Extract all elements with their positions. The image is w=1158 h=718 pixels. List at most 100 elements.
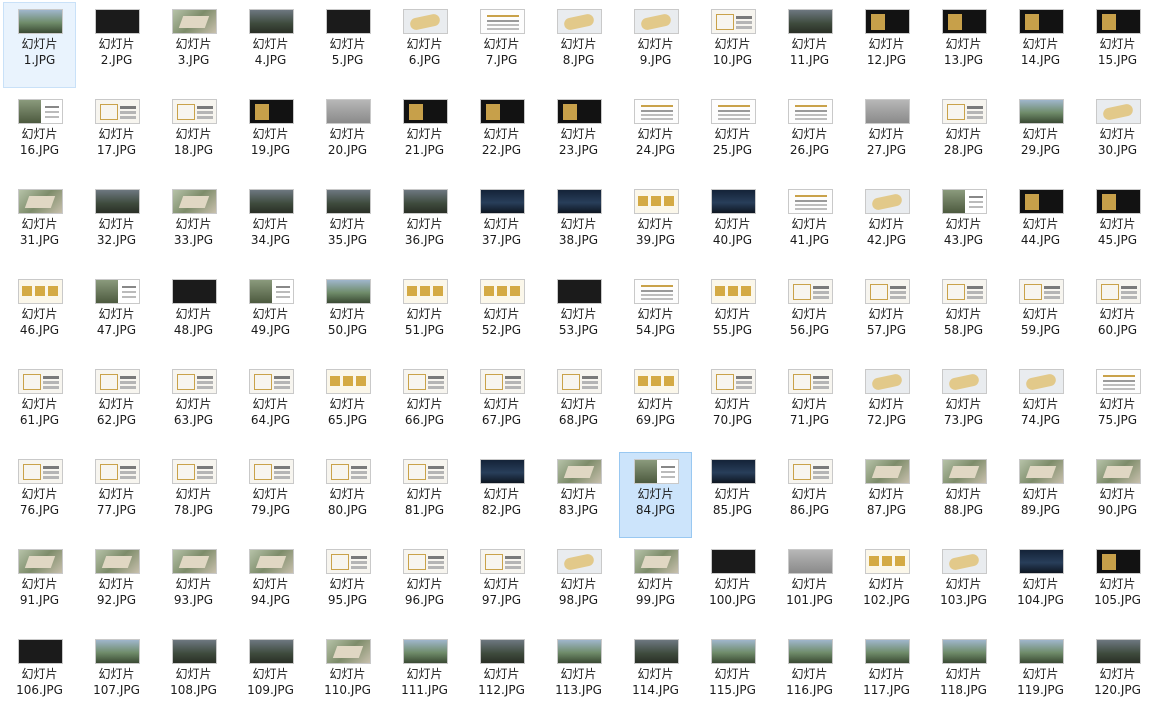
file-item[interactable]: 幻灯片 102.JPG — [850, 542, 923, 628]
file-item[interactable]: 幻灯片 81.JPG — [388, 452, 461, 538]
file-item[interactable]: 幻灯片 17.JPG — [80, 92, 153, 178]
file-item[interactable]: 幻灯片 24.JPG — [619, 92, 692, 178]
file-item[interactable]: 幻灯片 49.JPG — [234, 272, 307, 358]
file-item[interactable]: 幻灯片 57.JPG — [850, 272, 923, 358]
file-item[interactable]: 幻灯片 48.JPG — [157, 272, 230, 358]
file-item[interactable]: 幻灯片 96.JPG — [388, 542, 461, 628]
file-item[interactable]: 幻灯片 110.JPG — [311, 632, 384, 718]
file-item[interactable]: 幻灯片 99.JPG — [619, 542, 692, 628]
file-item[interactable]: 幻灯片 119.JPG — [1004, 632, 1077, 718]
file-item[interactable]: 幻灯片 103.JPG — [927, 542, 1000, 628]
file-item[interactable]: 幻灯片 66.JPG — [388, 362, 461, 448]
file-item[interactable]: 幻灯片 20.JPG — [311, 92, 384, 178]
file-item[interactable]: 幻灯片 86.JPG — [773, 452, 846, 538]
file-item[interactable]: 幻灯片 38.JPG — [542, 182, 615, 268]
file-item[interactable]: 幻灯片 53.JPG — [542, 272, 615, 358]
file-item[interactable]: 幻灯片 29.JPG — [1004, 92, 1077, 178]
file-item[interactable]: 幻灯片 13.JPG — [927, 2, 1000, 88]
file-item[interactable]: 幻灯片 41.JPG — [773, 182, 846, 268]
file-item[interactable]: 幻灯片 8.JPG — [542, 2, 615, 88]
file-item[interactable]: 幻灯片 5.JPG — [311, 2, 384, 88]
file-item[interactable]: 幻灯片 32.JPG — [80, 182, 153, 268]
file-item[interactable]: 幻灯片 75.JPG — [1081, 362, 1154, 448]
file-item[interactable]: 幻灯片 95.JPG — [311, 542, 384, 628]
file-item[interactable]: 幻灯片 4.JPG — [234, 2, 307, 88]
file-item[interactable]: 幻灯片 69.JPG — [619, 362, 692, 448]
file-item[interactable]: 幻灯片 3.JPG — [157, 2, 230, 88]
file-item[interactable]: 幻灯片 22.JPG — [465, 92, 538, 178]
file-item[interactable]: 幻灯片 63.JPG — [157, 362, 230, 448]
file-item[interactable]: 幻灯片 40.JPG — [696, 182, 769, 268]
file-item[interactable]: 幻灯片 115.JPG — [696, 632, 769, 718]
file-item[interactable]: 幻灯片 90.JPG — [1081, 452, 1154, 538]
file-item[interactable]: 幻灯片 77.JPG — [80, 452, 153, 538]
file-item[interactable]: 幻灯片 104.JPG — [1004, 542, 1077, 628]
file-item[interactable]: 幻灯片 50.JPG — [311, 272, 384, 358]
file-item[interactable]: 幻灯片 30.JPG — [1081, 92, 1154, 178]
file-item[interactable]: 幻灯片 97.JPG — [465, 542, 538, 628]
file-item[interactable]: 幻灯片 12.JPG — [850, 2, 923, 88]
file-item[interactable]: 幻灯片 80.JPG — [311, 452, 384, 538]
file-item[interactable]: 幻灯片 117.JPG — [850, 632, 923, 718]
file-item[interactable]: 幻灯片 109.JPG — [234, 632, 307, 718]
file-item[interactable]: 幻灯片 100.JPG — [696, 542, 769, 628]
file-item[interactable]: 幻灯片 79.JPG — [234, 452, 307, 538]
file-item[interactable]: 幻灯片 84.JPG — [619, 452, 692, 538]
file-item[interactable]: 幻灯片 98.JPG — [542, 542, 615, 628]
file-item[interactable]: 幻灯片 70.JPG — [696, 362, 769, 448]
file-item[interactable]: 幻灯片 87.JPG — [850, 452, 923, 538]
file-item[interactable]: 幻灯片 60.JPG — [1081, 272, 1154, 358]
file-item[interactable]: 幻灯片 114.JPG — [619, 632, 692, 718]
file-item[interactable]: 幻灯片 43.JPG — [927, 182, 1000, 268]
file-item[interactable]: 幻灯片 94.JPG — [234, 542, 307, 628]
file-item[interactable]: 幻灯片 39.JPG — [619, 182, 692, 268]
file-item[interactable]: 幻灯片 101.JPG — [773, 542, 846, 628]
file-item[interactable]: 幻灯片 9.JPG — [619, 2, 692, 88]
file-item[interactable]: 幻灯片 64.JPG — [234, 362, 307, 448]
file-item[interactable]: 幻灯片 67.JPG — [465, 362, 538, 448]
file-item[interactable]: 幻灯片 44.JPG — [1004, 182, 1077, 268]
file-item[interactable]: 幻灯片 34.JPG — [234, 182, 307, 268]
file-item[interactable]: 幻灯片 72.JPG — [850, 362, 923, 448]
file-item[interactable]: 幻灯片 46.JPG — [3, 272, 76, 358]
file-item[interactable]: 幻灯片 51.JPG — [388, 272, 461, 358]
file-item[interactable]: 幻灯片 85.JPG — [696, 452, 769, 538]
file-item[interactable]: 幻灯片 23.JPG — [542, 92, 615, 178]
file-item[interactable]: 幻灯片 15.JPG — [1081, 2, 1154, 88]
file-item[interactable]: 幻灯片 56.JPG — [773, 272, 846, 358]
file-item[interactable]: 幻灯片 116.JPG — [773, 632, 846, 718]
file-item[interactable]: 幻灯片 2.JPG — [80, 2, 153, 88]
file-item[interactable]: 幻灯片 111.JPG — [388, 632, 461, 718]
file-item[interactable]: 幻灯片 106.JPG — [3, 632, 76, 718]
file-item[interactable]: 幻灯片 76.JPG — [3, 452, 76, 538]
file-item[interactable]: 幻灯片 73.JPG — [927, 362, 1000, 448]
file-item[interactable]: 幻灯片 82.JPG — [465, 452, 538, 538]
file-item[interactable]: 幻灯片 52.JPG — [465, 272, 538, 358]
file-item[interactable]: 幻灯片 42.JPG — [850, 182, 923, 268]
file-item[interactable]: 幻灯片 25.JPG — [696, 92, 769, 178]
file-item[interactable]: 幻灯片 31.JPG — [3, 182, 76, 268]
file-item[interactable]: 幻灯片 27.JPG — [850, 92, 923, 178]
file-item[interactable]: 幻灯片 21.JPG — [388, 92, 461, 178]
file-item[interactable]: 幻灯片 58.JPG — [927, 272, 1000, 358]
file-item[interactable]: 幻灯片 47.JPG — [80, 272, 153, 358]
file-item[interactable]: 幻灯片 68.JPG — [542, 362, 615, 448]
file-item[interactable]: 幻灯片 54.JPG — [619, 272, 692, 358]
file-item[interactable]: 幻灯片 108.JPG — [157, 632, 230, 718]
file-item[interactable]: 幻灯片 71.JPG — [773, 362, 846, 448]
file-item[interactable]: 幻灯片 120.JPG — [1081, 632, 1154, 718]
file-item[interactable]: 幻灯片 19.JPG — [234, 92, 307, 178]
file-item[interactable]: 幻灯片 112.JPG — [465, 632, 538, 718]
file-item[interactable]: 幻灯片 89.JPG — [1004, 452, 1077, 538]
file-item[interactable]: 幻灯片 118.JPG — [927, 632, 1000, 718]
file-item[interactable]: 幻灯片 33.JPG — [157, 182, 230, 268]
file-item[interactable]: 幻灯片 18.JPG — [157, 92, 230, 178]
file-item[interactable]: 幻灯片 59.JPG — [1004, 272, 1077, 358]
file-item[interactable]: 幻灯片 45.JPG — [1081, 182, 1154, 268]
file-item[interactable]: 幻灯片 28.JPG — [927, 92, 1000, 178]
file-item[interactable]: 幻灯片 7.JPG — [465, 2, 538, 88]
file-item[interactable]: 幻灯片 88.JPG — [927, 452, 1000, 538]
file-item[interactable]: 幻灯片 91.JPG — [3, 542, 76, 628]
file-item[interactable]: 幻灯片 14.JPG — [1004, 2, 1077, 88]
file-item[interactable]: 幻灯片 16.JPG — [3, 92, 76, 178]
